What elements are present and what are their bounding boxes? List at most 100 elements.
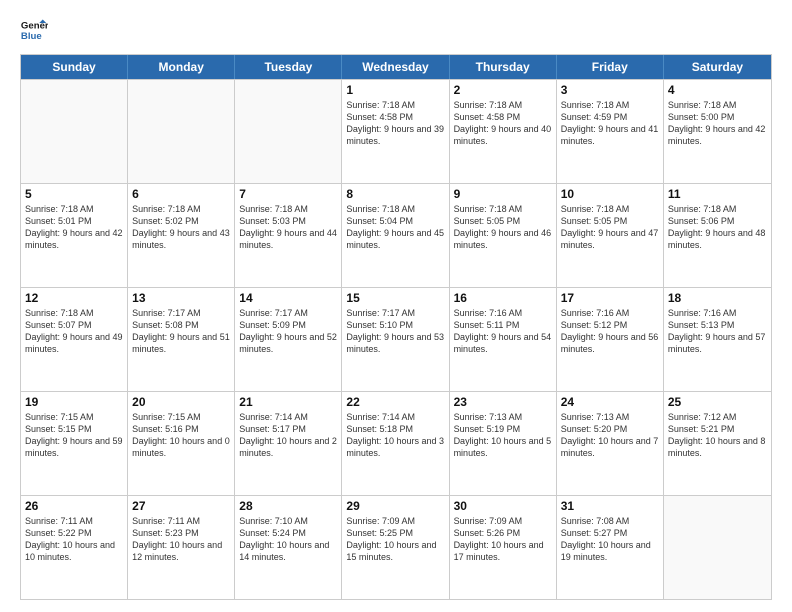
day-number: 3 — [561, 83, 659, 97]
empty-cell — [235, 80, 342, 183]
day-info: Sunrise: 7:18 AM Sunset: 5:04 PM Dayligh… — [346, 203, 444, 252]
calendar-header: SundayMondayTuesdayWednesdayThursdayFrid… — [21, 55, 771, 79]
day-number: 1 — [346, 83, 444, 97]
day-info: Sunrise: 7:10 AM Sunset: 5:24 PM Dayligh… — [239, 515, 337, 564]
day-info: Sunrise: 7:13 AM Sunset: 5:19 PM Dayligh… — [454, 411, 552, 460]
day-info: Sunrise: 7:18 AM Sunset: 5:00 PM Dayligh… — [668, 99, 767, 148]
day-cell-17: 17 Sunrise: 7:16 AM Sunset: 5:12 PM Dayli… — [557, 288, 664, 391]
page: General Blue SundayMondayTuesdayWednesda… — [0, 0, 792, 612]
day-number: 18 — [668, 291, 767, 305]
weekday-header-saturday: Saturday — [664, 55, 771, 79]
svg-text:Blue: Blue — [21, 31, 42, 42]
day-number: 27 — [132, 499, 230, 513]
day-cell-21: 21Sunrise: 7:14 AM Sunset: 5:17 PM Dayli… — [235, 392, 342, 495]
day-cell-8: 8 Sunrise: 7:18 AM Sunset: 5:04 PM Daylig… — [342, 184, 449, 287]
day-cell-16: 16 Sunrise: 7:16 AM Sunset: 5:11 PM Dayli… — [450, 288, 557, 391]
day-number: 7 — [239, 187, 337, 201]
day-number: 6 — [132, 187, 230, 201]
day-number: 30 — [454, 499, 552, 513]
day-number: 12 — [25, 291, 123, 305]
day-info: Sunrise: 7:14 AM Sunset: 5:18 PM Dayligh… — [346, 411, 444, 460]
day-cell-6: 6 Sunrise: 7:18 AM Sunset: 5:02 PM Daylig… — [128, 184, 235, 287]
day-number: 15 — [346, 291, 444, 305]
day-info: Sunrise: 7:18 AM Sunset: 5:03 PM Dayligh… — [239, 203, 337, 252]
day-info: Sunrise: 7:08 AM Sunset: 5:27 PM Dayligh… — [561, 515, 659, 564]
day-number: 31 — [561, 499, 659, 513]
day-number: 17 — [561, 291, 659, 305]
day-number: 25 — [668, 395, 767, 409]
calendar-row-4: 19 Sunrise: 7:15 AM Sunset: 5:15 PM Dayli… — [21, 391, 771, 495]
calendar-row-3: 12 Sunrise: 7:18 AM Sunset: 5:07 PM Dayli… — [21, 287, 771, 391]
day-number: 8 — [346, 187, 444, 201]
weekday-header-sunday: Sunday — [21, 55, 128, 79]
day-cell-2: 2Sunrise: 7:18 AM Sunset: 4:58 PM Daylig… — [450, 80, 557, 183]
day-cell-12: 12 Sunrise: 7:18 AM Sunset: 5:07 PM Dayli… — [21, 288, 128, 391]
day-cell-7: 7 Sunrise: 7:18 AM Sunset: 5:03 PM Daylig… — [235, 184, 342, 287]
day-info: Sunrise: 7:09 AM Sunset: 5:26 PM Dayligh… — [454, 515, 552, 564]
day-cell-10: 10Sunrise: 7:18 AM Sunset: 5:05 PM Dayli… — [557, 184, 664, 287]
day-number: 19 — [25, 395, 123, 409]
day-number: 5 — [25, 187, 123, 201]
day-info: Sunrise: 7:18 AM Sunset: 5:02 PM Dayligh… — [132, 203, 230, 252]
day-cell-19: 19 Sunrise: 7:15 AM Sunset: 5:15 PM Dayli… — [21, 392, 128, 495]
day-info: Sunrise: 7:18 AM Sunset: 5:07 PM Dayligh… — [25, 307, 123, 356]
day-cell-24: 24Sunrise: 7:13 AM Sunset: 5:20 PM Dayli… — [557, 392, 664, 495]
calendar: SundayMondayTuesdayWednesdayThursdayFrid… — [20, 54, 772, 600]
day-cell-27: 27 Sunrise: 7:11 AM Sunset: 5:23 PM Dayli… — [128, 496, 235, 599]
weekday-header-monday: Monday — [128, 55, 235, 79]
day-info: Sunrise: 7:18 AM Sunset: 5:05 PM Dayligh… — [454, 203, 552, 252]
day-number: 11 — [668, 187, 767, 201]
day-number: 29 — [346, 499, 444, 513]
calendar-row-1: 1 Sunrise: 7:18 AM Sunset: 4:58 PM Daylig… — [21, 79, 771, 183]
day-cell-13: 13Sunrise: 7:17 AM Sunset: 5:08 PM Dayli… — [128, 288, 235, 391]
empty-cell — [664, 496, 771, 599]
calendar-body: 1 Sunrise: 7:18 AM Sunset: 4:58 PM Daylig… — [21, 79, 771, 599]
day-info: Sunrise: 7:18 AM Sunset: 4:59 PM Dayligh… — [561, 99, 659, 148]
day-info: Sunrise: 7:18 AM Sunset: 5:01 PM Dayligh… — [25, 203, 123, 252]
day-info: Sunrise: 7:11 AM Sunset: 5:22 PM Dayligh… — [25, 515, 123, 564]
day-cell-26: 26 Sunrise: 7:11 AM Sunset: 5:22 PM Dayli… — [21, 496, 128, 599]
header: General Blue — [20, 16, 772, 44]
day-cell-14: 14Sunrise: 7:17 AM Sunset: 5:09 PM Dayli… — [235, 288, 342, 391]
day-info: Sunrise: 7:18 AM Sunset: 4:58 PM Dayligh… — [346, 99, 444, 148]
day-cell-15: 15 Sunrise: 7:17 AM Sunset: 5:10 PM Dayli… — [342, 288, 449, 391]
day-info: Sunrise: 7:11 AM Sunset: 5:23 PM Dayligh… — [132, 515, 230, 564]
empty-cell — [21, 80, 128, 183]
day-cell-22: 22 Sunrise: 7:14 AM Sunset: 5:18 PM Dayli… — [342, 392, 449, 495]
day-number: 21 — [239, 395, 337, 409]
day-info: Sunrise: 7:15 AM Sunset: 5:16 PM Dayligh… — [132, 411, 230, 460]
weekday-header-friday: Friday — [557, 55, 664, 79]
calendar-row-5: 26 Sunrise: 7:11 AM Sunset: 5:22 PM Dayli… — [21, 495, 771, 599]
day-info: Sunrise: 7:18 AM Sunset: 5:05 PM Dayligh… — [561, 203, 659, 252]
day-number: 13 — [132, 291, 230, 305]
day-number: 16 — [454, 291, 552, 305]
day-number: 23 — [454, 395, 552, 409]
day-number: 26 — [25, 499, 123, 513]
day-cell-9: 9Sunrise: 7:18 AM Sunset: 5:05 PM Daylig… — [450, 184, 557, 287]
day-cell-4: 4 Sunrise: 7:18 AM Sunset: 5:00 PM Daylig… — [664, 80, 771, 183]
day-cell-30: 30 Sunrise: 7:09 AM Sunset: 5:26 PM Dayli… — [450, 496, 557, 599]
day-info: Sunrise: 7:09 AM Sunset: 5:25 PM Dayligh… — [346, 515, 444, 564]
day-cell-18: 18Sunrise: 7:16 AM Sunset: 5:13 PM Dayli… — [664, 288, 771, 391]
day-cell-3: 3 Sunrise: 7:18 AM Sunset: 4:59 PM Daylig… — [557, 80, 664, 183]
day-number: 22 — [346, 395, 444, 409]
day-number: 4 — [668, 83, 767, 97]
day-info: Sunrise: 7:16 AM Sunset: 5:12 PM Dayligh… — [561, 307, 659, 356]
day-cell-28: 28 Sunrise: 7:10 AM Sunset: 5:24 PM Dayli… — [235, 496, 342, 599]
day-info: Sunrise: 7:12 AM Sunset: 5:21 PM Dayligh… — [668, 411, 767, 460]
day-number: 2 — [454, 83, 552, 97]
weekday-header-tuesday: Tuesday — [235, 55, 342, 79]
day-cell-1: 1 Sunrise: 7:18 AM Sunset: 4:58 PM Daylig… — [342, 80, 449, 183]
weekday-header-thursday: Thursday — [450, 55, 557, 79]
day-cell-11: 11 Sunrise: 7:18 AM Sunset: 5:06 PM Dayli… — [664, 184, 771, 287]
day-info: Sunrise: 7:17 AM Sunset: 5:10 PM Dayligh… — [346, 307, 444, 356]
empty-cell — [128, 80, 235, 183]
calendar-row-2: 5 Sunrise: 7:18 AM Sunset: 5:01 PM Daylig… — [21, 183, 771, 287]
day-number: 28 — [239, 499, 337, 513]
day-info: Sunrise: 7:16 AM Sunset: 5:11 PM Dayligh… — [454, 307, 552, 356]
day-number: 20 — [132, 395, 230, 409]
logo: General Blue — [20, 16, 52, 44]
day-info: Sunrise: 7:15 AM Sunset: 5:15 PM Dayligh… — [25, 411, 123, 460]
day-number: 14 — [239, 291, 337, 305]
day-info: Sunrise: 7:18 AM Sunset: 5:06 PM Dayligh… — [668, 203, 767, 252]
